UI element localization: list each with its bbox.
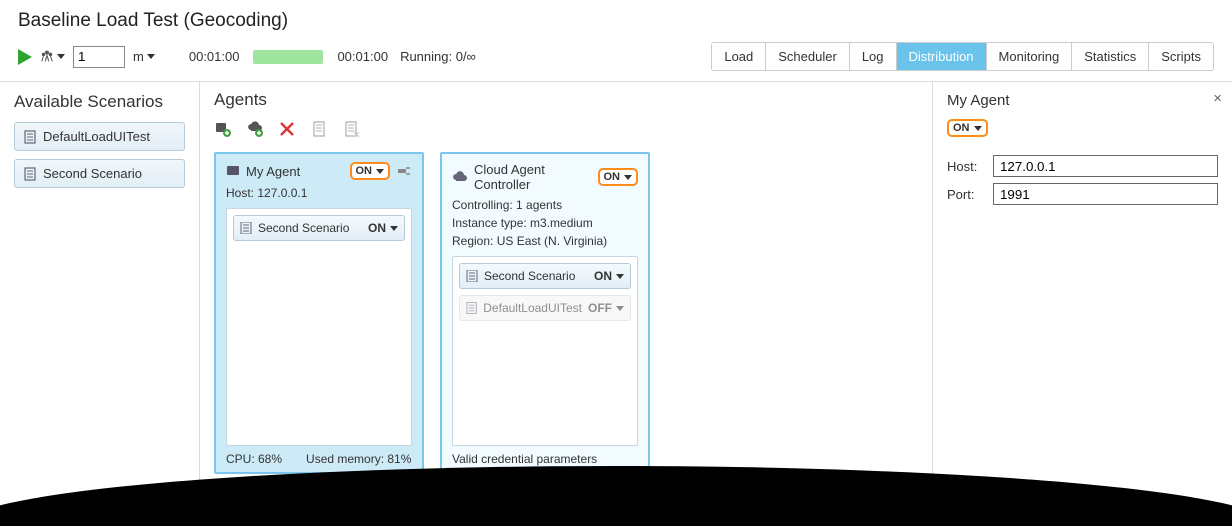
- agent-status-toggle[interactable]: ON: [350, 162, 391, 180]
- chevron-down-icon: [57, 54, 65, 59]
- running-status: Running: 0/∞: [400, 49, 476, 64]
- agent-meta-line: Instance type: m3.medium: [452, 216, 638, 230]
- properties-title: My Agent: [947, 92, 1218, 109]
- tab-scripts[interactable]: Scripts: [1148, 43, 1213, 70]
- toolbar: m 00:01:00 00:01:00 Running: 0/∞ LoadSch…: [0, 36, 1232, 81]
- run-button[interactable]: [18, 49, 32, 65]
- scenario-label: DefaultLoadUITest: [43, 129, 150, 144]
- scenario-icon: [466, 302, 477, 314]
- scenario-row-label: Second Scenario: [484, 269, 588, 283]
- scenario-state-toggle[interactable]: OFF: [588, 301, 624, 315]
- cloud-agent-card[interactable]: Cloud Agent Controller ON Controlling: 1 …: [440, 152, 650, 474]
- available-scenario-item[interactable]: Second Scenario: [14, 159, 185, 188]
- agent-status-toggle[interactable]: ON: [598, 168, 639, 186]
- duration-unit-dropdown[interactable]: m: [133, 49, 155, 64]
- agent-scenario-row[interactable]: Second Scenario ON: [459, 263, 631, 289]
- scenario-state-toggle[interactable]: ON: [594, 269, 624, 283]
- scenario-icon: [23, 130, 37, 144]
- host-input[interactable]: [993, 155, 1218, 177]
- scenario-add-icon[interactable]: [310, 120, 328, 138]
- agent-scenario-row[interactable]: DefaultLoadUITest OFF: [459, 295, 631, 321]
- chevron-down-icon: [376, 169, 384, 174]
- agent-footer: CPU: 68% Used memory: 81%: [226, 452, 412, 466]
- tab-monitoring[interactable]: Monitoring: [986, 43, 1072, 70]
- agent-host-line: Host: 127.0.0.1: [226, 186, 412, 200]
- properties-status-toggle[interactable]: ON: [947, 119, 988, 137]
- my-agent-card[interactable]: My Agent ON Host: 127.0.0.1 Second Scenari…: [214, 152, 424, 474]
- chevron-down-icon: [390, 226, 398, 231]
- add-agent-button[interactable]: [214, 120, 232, 138]
- scenario-state-toggle[interactable]: ON: [368, 221, 398, 235]
- load-strategy-dropdown[interactable]: [40, 50, 65, 64]
- agent-scenario-row[interactable]: Second Scenario ON: [233, 215, 405, 241]
- scenario-icon: [240, 222, 252, 234]
- plug-icon: [398, 166, 412, 176]
- progress-bar: [253, 50, 323, 64]
- agent-name: My Agent: [246, 164, 344, 179]
- tab-bar: LoadSchedulerLogDistributionMonitoringSt…: [711, 42, 1214, 71]
- scenario-label: Second Scenario: [43, 166, 142, 181]
- agent-icon: [226, 164, 240, 178]
- scenario-icon: [23, 167, 37, 181]
- available-scenarios-panel: Available Scenarios DefaultLoadUITest Sec…: [0, 82, 200, 501]
- agent-scenario-list: Second Scenario ON: [226, 208, 412, 446]
- scenario-row-label: Second Scenario: [258, 221, 362, 235]
- port-input[interactable]: [993, 183, 1218, 205]
- tab-load[interactable]: Load: [712, 43, 765, 70]
- duration-unit-label: m: [133, 49, 144, 64]
- tab-statistics[interactable]: Statistics: [1071, 43, 1148, 70]
- users-icon: [40, 50, 54, 64]
- agent-meta-line: Controlling: 1 agents: [452, 198, 638, 212]
- chevron-down-icon: [974, 126, 982, 131]
- page-title: Baseline Load Test (Geocoding): [18, 10, 1214, 32]
- agents-title: Agents: [214, 90, 918, 110]
- port-label: Port:: [947, 187, 985, 202]
- chevron-down-icon: [147, 54, 155, 59]
- chevron-down-icon: [624, 175, 632, 180]
- agents-toolbar: [214, 120, 918, 138]
- chevron-down-icon: [616, 274, 624, 279]
- agent-footer: Valid credential parameters: [452, 452, 638, 466]
- tab-distribution[interactable]: Distribution: [896, 43, 986, 70]
- agent-name: Cloud Agent Controller: [474, 162, 592, 192]
- close-icon[interactable]: ×: [1213, 90, 1222, 107]
- available-scenario-item[interactable]: DefaultLoadUITest: [14, 122, 185, 151]
- add-cloud-agent-button[interactable]: [246, 120, 264, 138]
- scenario-remove-icon[interactable]: [342, 120, 360, 138]
- tab-scheduler[interactable]: Scheduler: [765, 43, 849, 70]
- agent-properties-panel: × My Agent ON Host: Port:: [932, 82, 1232, 501]
- available-scenarios-title: Available Scenarios: [14, 92, 185, 112]
- cloud-icon: [452, 170, 468, 184]
- agent-meta-line: Region: US East (N. Virginia): [452, 234, 638, 248]
- scenario-icon: [466, 270, 478, 282]
- tab-log[interactable]: Log: [849, 43, 896, 70]
- elapsed-time: 00:01:00: [189, 49, 240, 64]
- properties-status-label: ON: [953, 122, 970, 134]
- scenario-row-label: DefaultLoadUITest: [483, 301, 582, 315]
- agent-scenario-list: Second Scenario ON DefaultLoadUITest OFF: [452, 256, 638, 446]
- agents-panel: Agents My Agent ON Host: 127.0.0.1 Second …: [200, 82, 932, 501]
- chevron-down-icon: [616, 306, 624, 311]
- remove-agent-button[interactable]: [278, 120, 296, 138]
- host-label: Host:: [947, 159, 985, 174]
- duration-input[interactable]: [73, 46, 125, 68]
- total-time: 00:01:00: [337, 49, 388, 64]
